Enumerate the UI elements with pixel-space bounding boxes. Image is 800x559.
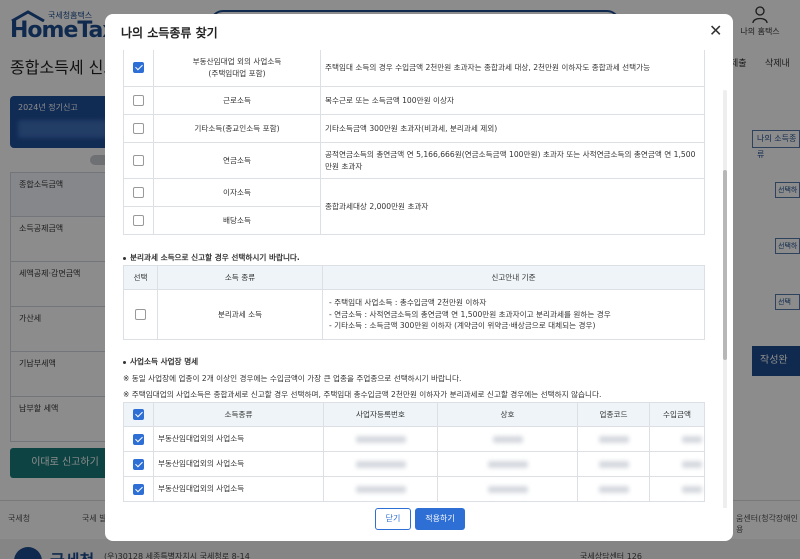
- table-row: 부동산임대업외의 사업소득: [123, 426, 705, 452]
- table-row: 기타소득(종교인소득 포함) 기타소득금액 300만원 초과자(비과세, 분리과…: [123, 114, 705, 143]
- table-row: 이자소득 종합과세대상 2,000만원 초과자: [123, 178, 705, 235]
- masked-value: [355, 460, 406, 468]
- business-table: 소득종류 사업자등록번호 상호 업종코드 수입금액 부동산임대업외의 사업소득 …: [123, 402, 705, 502]
- modal-header: 나의 소득종류 찾기 ✕: [105, 14, 733, 50]
- masked-value: [682, 435, 702, 443]
- modal-body: 부동산임대업 외의 사업소득 (주택임대업 포함) 주택임대 소득의 경우 수입…: [105, 50, 733, 508]
- income-type-cell: 분리과세 소득: [157, 289, 323, 340]
- row-checkbox[interactable]: [133, 215, 144, 227]
- column-header: 상호: [437, 402, 578, 427]
- income-desc-cell: - 주택임대 사업소득 : 총수입금액 2천만원 이하자 - 연금소득 : 사적…: [322, 289, 705, 340]
- business-type-cell: 부동산임대업외의 사업소득: [153, 476, 324, 502]
- column-header: 소득 종류: [157, 265, 323, 290]
- table-header-row: 소득종류 사업자등록번호 상호 업종코드 수입금액: [123, 402, 705, 427]
- table-header-row: 선택 소득 종류 신고안내 기준: [123, 265, 705, 290]
- separate-tax-note-text: 분리과세 소득으로 신고할 경우 선택하시기 바랍니다.: [130, 253, 300, 262]
- column-header: 업종코드: [577, 402, 650, 427]
- income-type-cell: 부동산임대업 외의 사업소득 (주택임대업 포함): [153, 50, 321, 87]
- row-checkbox[interactable]: [133, 483, 144, 495]
- table-row: 근로소득 복수근로 또는 소득금액 100만원 이상자: [123, 86, 705, 115]
- close-icon[interactable]: ✕: [709, 23, 722, 39]
- masked-value: [355, 435, 406, 443]
- income-desc-cell: 공적연금소득의 총연금액 연 5,166,666원(연금소득금액 100만원) …: [320, 142, 705, 179]
- table-row: 부동산임대업외의 사업소득: [123, 451, 705, 477]
- business-type-cell: 부동산임대업외의 사업소득: [153, 451, 324, 477]
- bullet-icon: [123, 360, 126, 364]
- masked-value: [598, 435, 629, 443]
- criteria-line: - 연금소득 : 사적연금소득의 총연금액 연 1,500만원 초과자이고 분리…: [329, 309, 611, 319]
- modal-footer: 닫기 적용하기: [105, 508, 733, 541]
- masked-value: [598, 485, 629, 493]
- income-desc-cell: 복수근로 또는 소득금액 100만원 이상자: [320, 86, 705, 115]
- income-type-cell: 근로소득: [153, 86, 321, 115]
- income-desc-cell: 종합과세대상 2,000만원 초과자: [320, 178, 705, 235]
- business-section-title: 사업소득 사업장 명세: [123, 356, 198, 367]
- column-header: 사업자등록번호: [323, 402, 438, 427]
- masked-value: [355, 485, 406, 493]
- business-type-cell: 부동산임대업외의 사업소득: [153, 426, 324, 452]
- masked-value: [487, 460, 528, 468]
- income-desc-cell: 주택임대 소득의 경우 수입금액 2천만원 초과자는 종합과세 대상, 2천만원…: [320, 50, 705, 87]
- income-type-cell: 연금소득: [153, 142, 321, 179]
- scrollbar-thumb[interactable]: [723, 170, 727, 360]
- income-type-cell: 기타소득(종교인소득 포함): [153, 114, 321, 143]
- masked-value: [487, 485, 528, 493]
- masked-value: [682, 485, 702, 493]
- row-checkbox[interactable]: [133, 95, 144, 107]
- column-header: 신고안내 기준: [322, 265, 705, 290]
- row-checkbox[interactable]: [133, 62, 144, 74]
- row-checkbox[interactable]: [133, 433, 144, 445]
- masked-value: [682, 460, 702, 468]
- masked-value: [598, 460, 629, 468]
- row-checkbox[interactable]: [135, 309, 146, 321]
- separate-tax-note: 분리과세 소득으로 신고할 경우 선택하시기 바랍니다.: [123, 252, 300, 263]
- column-header: 소득종류: [153, 402, 324, 427]
- row-checkbox[interactable]: [133, 155, 144, 167]
- column-header: 선택: [123, 265, 158, 290]
- column-header: 수입금액: [649, 402, 705, 427]
- separate-tax-table: 선택 소득 종류 신고안내 기준 분리과세 소득 - 주택임대 사업소득 : 총…: [123, 265, 705, 340]
- income-type-cell: 이자소득: [153, 178, 321, 207]
- income-type-modal: 나의 소득종류 찾기 ✕ 부동산임대업 외의 사업소득 (주택임대업 포함) 주…: [105, 14, 733, 541]
- modal-scrollbar[interactable]: [723, 90, 727, 508]
- masked-value: [492, 435, 523, 443]
- criteria-line: - 주택임대 사업소득 : 총수입금액 2천만원 이하자: [329, 298, 487, 308]
- criteria-line: - 기타소득 : 소득금액 300만원 이하자 (계약금이 위약금·배상금으로 …: [329, 321, 596, 331]
- income-type-cell: 배당소득: [153, 206, 321, 235]
- table-row: 분리과세 소득 - 주택임대 사업소득 : 총수입금액 2천만원 이하자 - 연…: [123, 289, 705, 340]
- apply-button[interactable]: 적용하기: [415, 508, 465, 530]
- table-row: 연금소득 공적연금소득의 총연금액 연 5,166,666원(연금소득금액 10…: [123, 142, 705, 179]
- income-desc-cell: 기타소득금액 300만원 초과자(비과세, 분리과세 제외): [320, 114, 705, 143]
- close-button[interactable]: 닫기: [375, 508, 411, 530]
- business-note: ※ 주택임대업의 사업소득은 종합과세로 신고할 경우 선택하며, 주택임대 총…: [123, 390, 602, 399]
- row-checkbox[interactable]: [133, 187, 144, 199]
- table-row: 부동산임대업외의 사업소득: [123, 476, 705, 502]
- row-checkbox[interactable]: [133, 123, 144, 135]
- table-row: 부동산임대업 외의 사업소득 (주택임대업 포함) 주택임대 소득의 경우 수입…: [123, 50, 705, 87]
- bullet-icon: [123, 256, 126, 260]
- income-type-label: 부동산임대업 외의 사업소득 (주택임대업 포함): [192, 57, 282, 78]
- business-section-title-text: 사업소득 사업장 명세: [130, 357, 199, 366]
- select-all-checkbox[interactable]: [133, 409, 144, 421]
- row-checkbox[interactable]: [133, 458, 144, 470]
- modal-title: 나의 소득종류 찾기: [121, 26, 218, 40]
- business-note: ※ 동일 사업장에 업종이 2개 이상인 경우에는 수입금액이 가장 큰 업종을…: [123, 374, 462, 383]
- income-type-table: 부동산임대업 외의 사업소득 (주택임대업 포함) 주택임대 소득의 경우 수입…: [123, 50, 705, 235]
